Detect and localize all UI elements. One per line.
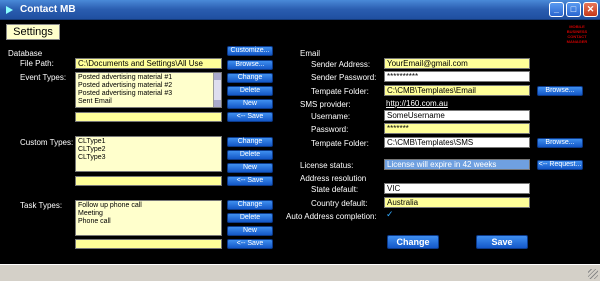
sender-address-field[interactable]: YourEmail@gmail.com [384, 58, 530, 69]
auto-address-checkbox[interactable]: ✓ [386, 209, 394, 220]
sms-password-field[interactable]: ******* [384, 123, 530, 134]
list-item[interactable]: Posted advertising material #3 [78, 90, 219, 98]
sms-username-field[interactable]: SomeUsername [384, 110, 530, 121]
custom-types-label: Custom Types: [20, 138, 74, 147]
event-delete-button[interactable]: Delete [227, 86, 273, 96]
close-icon: ✕ [586, 4, 595, 14]
change-button[interactable]: Change [387, 235, 439, 249]
request-license-button[interactable]: <-- Request... [537, 160, 583, 170]
event-types-label: Event Types: [20, 73, 67, 82]
list-item[interactable]: CLType1 [78, 138, 219, 146]
status-bar [0, 264, 600, 281]
event-save-button[interactable]: <-- Save [227, 112, 273, 122]
address-resolution-label: Address resolution [300, 174, 367, 183]
country-default-label: Country default: [311, 199, 368, 208]
browse-database-button[interactable]: Browse... [227, 60, 273, 70]
resize-grip-icon[interactable] [588, 269, 598, 279]
sender-password-label: Sender Password: [311, 73, 377, 82]
app-icon [6, 6, 13, 14]
window-title: Contact MB [20, 4, 76, 15]
sms-password-label: Password: [311, 125, 349, 134]
license-status-label: License status: [300, 161, 354, 170]
list-item[interactable]: Meeting [78, 210, 219, 218]
email-template-folder-label: Tempate Folder: [311, 87, 369, 96]
title-bar[interactable]: Contact MB _ □ ✕ [0, 0, 600, 20]
custom-delete-button[interactable]: Delete [227, 150, 273, 160]
sender-password-field[interactable]: ********** [384, 71, 530, 82]
task-save-button[interactable]: <-- Save [227, 239, 273, 249]
close-button[interactable]: ✕ [583, 2, 598, 17]
custom-types-list[interactable]: CLType1 CLType2 CLType3 [75, 136, 222, 172]
settings-tab[interactable]: Settings [6, 24, 60, 40]
custom-change-button[interactable]: Change [227, 137, 273, 147]
sms-provider-link[interactable]: http://160.com.au [386, 99, 448, 108]
list-item[interactable]: Follow up phone call [78, 202, 219, 210]
custom-save-button[interactable]: <-- Save [227, 176, 273, 186]
task-types-list[interactable]: Follow up phone call Meeting Phone call [75, 200, 222, 236]
task-type-input[interactable] [75, 239, 222, 249]
state-default-field[interactable]: VIC [384, 183, 530, 194]
browse-sms-template-button[interactable]: Browse... [537, 138, 583, 148]
custom-type-input[interactable] [75, 176, 222, 186]
task-types-label: Task Types: [20, 201, 63, 210]
sender-address-label: Sender Address: [311, 60, 371, 69]
list-item[interactable]: CLType2 [78, 146, 219, 154]
sms-username-label: Username: [311, 112, 351, 121]
state-default-label: State default: [311, 185, 359, 194]
maximize-button[interactable]: □ [566, 2, 581, 17]
minimize-button[interactable]: _ [549, 2, 564, 17]
scroll-down-icon[interactable] [214, 100, 221, 107]
app-logo: MOBILE BUSINESS CONTACT MANAGER [566, 24, 588, 44]
task-new-button[interactable]: New [227, 226, 273, 236]
sms-template-folder-label: Tempate Folder: [311, 139, 369, 148]
maximize-icon: □ [570, 4, 577, 14]
list-item[interactable]: Posted advertising material #2 [78, 82, 219, 90]
database-section-label: Database [8, 49, 43, 58]
email-section-label: Email [300, 49, 321, 58]
email-template-folder-field[interactable]: C:\CMB\Templates\Email [384, 85, 530, 96]
list-item[interactable]: Sent Email [78, 98, 219, 106]
file-path-field[interactable]: C:\Documents and Settings\All Use [75, 58, 222, 69]
browse-email-template-button[interactable]: Browse... [537, 86, 583, 96]
event-types-list[interactable]: Posted advertising material #1 Posted ad… [75, 72, 222, 108]
event-new-button[interactable]: New [227, 99, 273, 109]
license-status-field: License will expire in 42 weeks [384, 159, 530, 170]
country-default-field[interactable]: Australia [384, 197, 530, 208]
checkmark-icon: ✓ [386, 209, 394, 219]
event-type-input[interactable] [75, 112, 222, 122]
custom-new-button[interactable]: New [227, 163, 273, 173]
scroll-up-icon[interactable] [214, 73, 221, 80]
auto-address-label: Auto Address completion: [286, 212, 377, 221]
sms-template-folder-field[interactable]: C:\CMB\Templates\SMS [384, 137, 530, 148]
event-change-button[interactable]: Change [227, 73, 273, 83]
minimize-icon: _ [553, 4, 559, 14]
customize-button[interactable]: Customize... [227, 46, 273, 56]
list-item[interactable]: Posted advertising material #1 [78, 74, 219, 82]
sms-provider-label: SMS provider: [300, 100, 351, 109]
list-item[interactable]: CLType3 [78, 154, 219, 162]
task-change-button[interactable]: Change [227, 200, 273, 210]
event-types-scrollbar[interactable] [213, 73, 221, 107]
list-item[interactable]: Phone call [78, 218, 219, 226]
save-button[interactable]: Save [476, 235, 528, 249]
file-path-label: File Path: [20, 59, 54, 68]
task-delete-button[interactable]: Delete [227, 213, 273, 223]
